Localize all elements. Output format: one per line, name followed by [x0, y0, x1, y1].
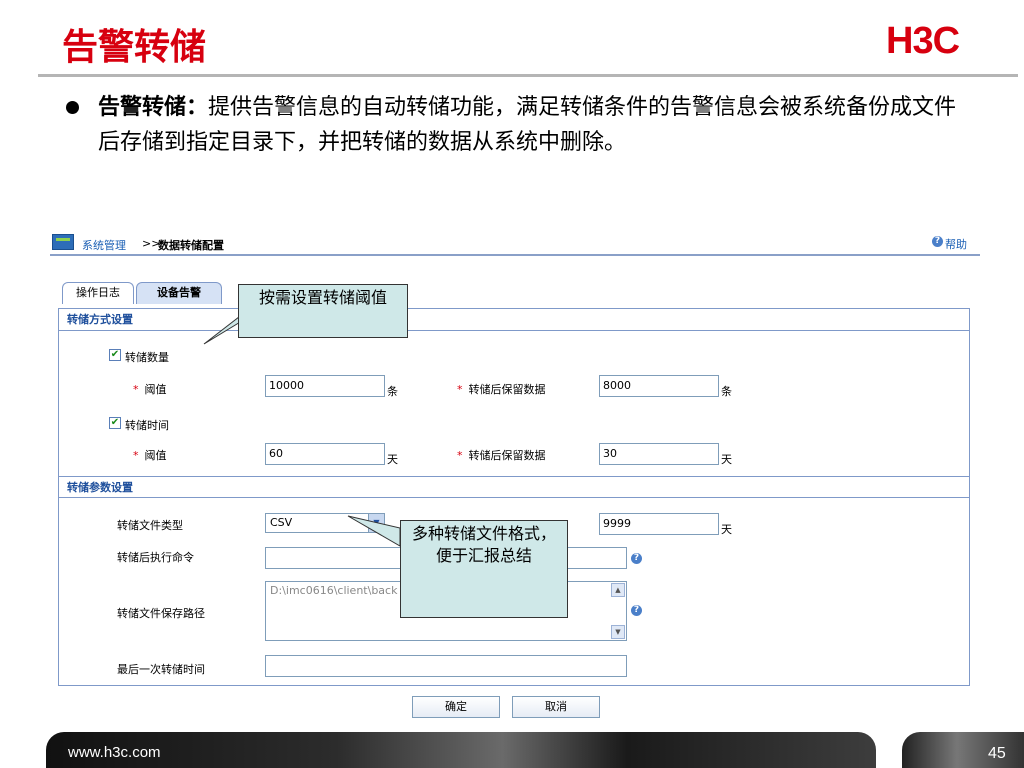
time-threshold-input[interactable]: 60	[265, 443, 385, 465]
tab-operation-log[interactable]: 操作日志	[62, 282, 134, 304]
dump-config-window: 系统管理 >> 数据转储配置 ? 帮助 操作日志 设备告警 转储方式设置 ✔ 转…	[50, 226, 980, 726]
file-type-selected: CSV	[270, 516, 293, 529]
dump-count-checkbox[interactable]: ✔	[109, 349, 121, 361]
scroll-down-icon[interactable]: ▼	[611, 625, 625, 639]
scroll-up-icon[interactable]: ▲	[611, 583, 625, 597]
post-command-label: 转储后执行命令	[117, 551, 194, 564]
threshold-callout: 按需设置转储阈值	[238, 284, 408, 338]
count-retain-unit: 条	[721, 385, 732, 398]
count-retain-label: * 转储后保留数据	[457, 383, 546, 396]
bullet-body: 提供告警信息的自动转储功能，满足转储条件的告警信息会被系统备份成文件后存储到指定…	[98, 95, 957, 155]
save-path-label: 转储文件保存路径	[117, 607, 205, 620]
config-panel: 转储方式设置 ✔ 转储数量 * 阈值 10000 条 * 转储后保留数据 8000 …	[58, 308, 970, 686]
bullet-heading: 告警转储：	[98, 94, 209, 120]
time-threshold-label: * 阈值	[133, 449, 167, 462]
help-link[interactable]: 帮助	[945, 236, 967, 252]
count-threshold-unit: 条	[387, 385, 398, 398]
breadcrumb-system-management[interactable]: 系统管理	[82, 237, 126, 253]
time-retain-unit: 天	[721, 453, 732, 466]
time-retain-input[interactable]: 30	[599, 443, 719, 465]
dump-time-label: 转储时间	[125, 419, 169, 432]
section-dump-params: 转储参数设置	[59, 476, 969, 498]
dump-time-checkbox[interactable]: ✔	[109, 417, 121, 429]
title-divider	[38, 74, 1018, 77]
file-retain-input[interactable]: 9999	[599, 513, 719, 535]
count-retain-input[interactable]: 8000	[599, 375, 719, 397]
system-management-icon	[52, 234, 74, 250]
time-threshold-unit: 天	[387, 453, 398, 466]
dump-count-label: 转储数量	[125, 351, 169, 364]
time-retain-label: * 转储后保留数据	[457, 449, 546, 462]
cancel-button[interactable]: 取消	[512, 696, 600, 718]
last-dump-input[interactable]	[265, 655, 627, 677]
ok-button[interactable]: 确定	[412, 696, 500, 718]
last-dump-label: 最后一次转储时间	[117, 663, 205, 676]
breadcrumb-bar: 系统管理 >> 数据转储配置 ? 帮助	[50, 226, 980, 256]
count-threshold-input[interactable]: 10000	[265, 375, 385, 397]
save-path-help-icon[interactable]: ?	[631, 605, 642, 616]
count-threshold-label: * 阈值	[133, 383, 167, 396]
file-type-label: 转储文件类型	[117, 519, 183, 532]
post-command-help-icon[interactable]: ?	[631, 553, 642, 564]
format-callout: 多种转储文件格式，便于汇报总结	[400, 520, 568, 618]
breadcrumb-current-page: 数据转储配置	[158, 239, 224, 252]
file-retain-unit: 天	[721, 523, 732, 536]
help-icon[interactable]: ?	[932, 236, 943, 247]
format-callout-tail	[347, 515, 401, 547]
bullet-icon	[66, 101, 79, 114]
footer-url[interactable]: www.h3c.com	[68, 744, 161, 761]
slide-title: 告警转储	[62, 26, 207, 68]
page-number: 45	[988, 745, 1006, 762]
bullet-text: 告警转储：提供告警信息的自动转储功能，满足转储条件的告警信息会被系统备份成文件后…	[98, 90, 978, 160]
h3c-logo: H3C	[886, 20, 960, 62]
footer-band	[46, 732, 876, 768]
section-dump-mode: 转储方式设置	[59, 309, 969, 331]
